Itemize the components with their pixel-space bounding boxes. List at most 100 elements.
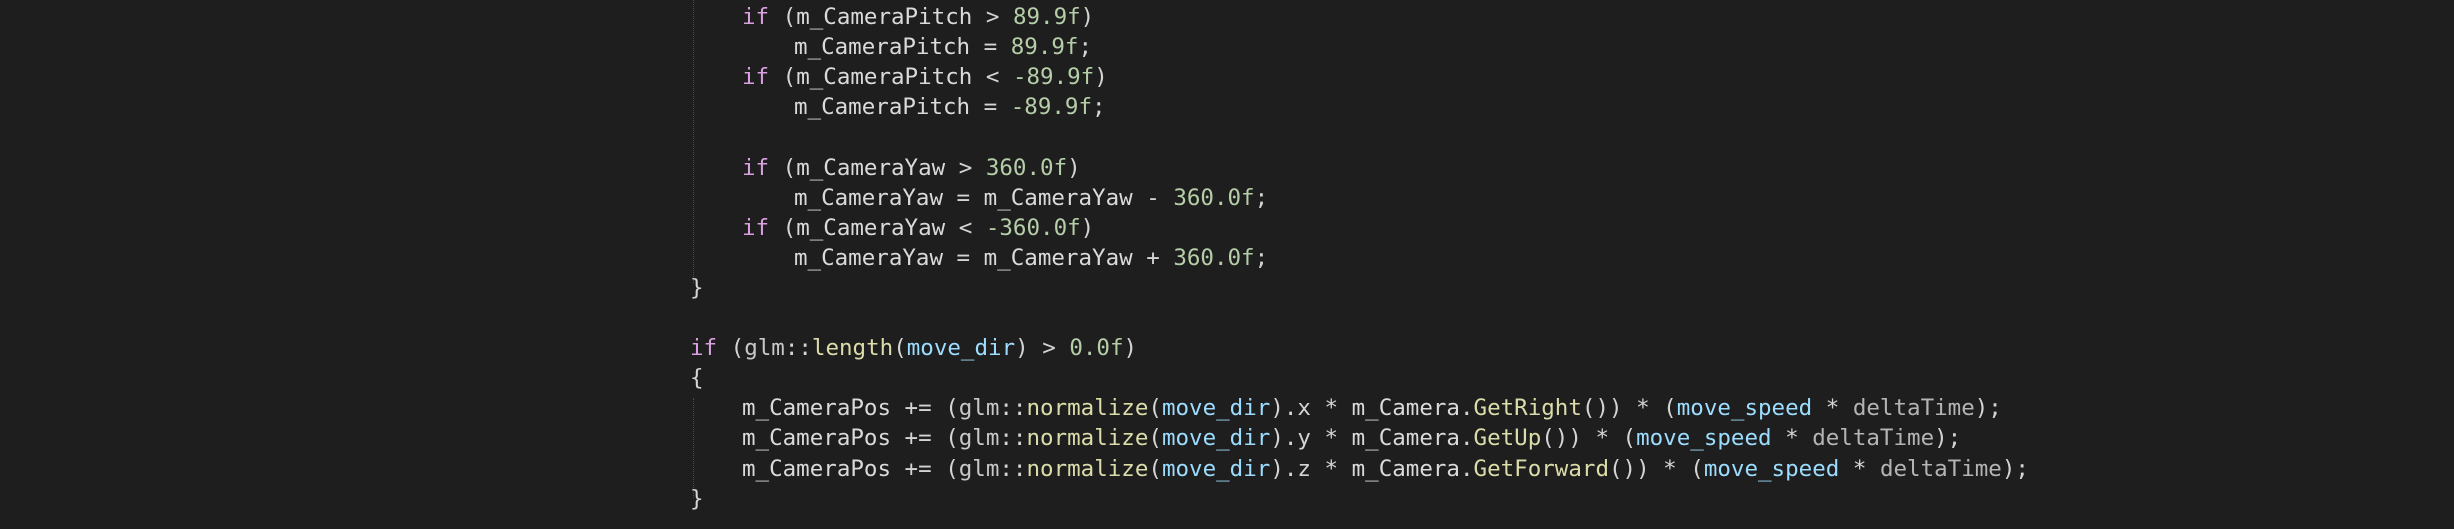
code-token-keyword: if — [742, 64, 770, 91]
code-token-member_field: m_CameraPitch — [796, 4, 973, 30]
code-token-default: . — [1459, 395, 1474, 422]
code-token-local: move_dir — [1161, 425, 1271, 452]
code-token-namespace: glm — [744, 335, 785, 362]
code-token-number: -360.0f — [985, 214, 1081, 241]
code-line[interactable]: if (glm::length(move_dir) > 0.0f) — [690, 333, 1137, 363]
code-token-local: move_speed — [1703, 455, 1840, 482]
code-token-local: move_dir — [1161, 395, 1271, 422]
code-token-number: 360.0f — [1173, 184, 1255, 211]
code-token-function: GetUp — [1473, 425, 1542, 452]
code-token-default: { — [690, 365, 704, 392]
code-token-default: += ( — [891, 395, 959, 422]
code-token-default: * — [1839, 455, 1880, 482]
code-line[interactable]: if (m_CameraYaw > 360.0f) — [690, 153, 1081, 183]
code-line[interactable]: m_CameraPitch = -89.9f; — [690, 92, 1106, 122]
code-token-member_field: m_CameraPos — [742, 395, 892, 422]
code-line[interactable]: { — [690, 363, 704, 393]
code-token-function: normalize — [1026, 395, 1149, 422]
code-token-default: = — [943, 184, 984, 211]
code-token-member_field: m_CameraYaw — [794, 184, 944, 211]
code-token-member_field: m_CameraYaw — [796, 154, 946, 181]
code-token-default: ; — [1092, 94, 1106, 121]
code-token-default: } — [690, 485, 704, 512]
code-token-member_field: m_CameraPitch — [796, 64, 973, 91]
code-token-keyword: if — [742, 154, 770, 181]
code-token-default: ; — [1254, 244, 1269, 271]
code-token-default: = — [970, 94, 1011, 121]
code-token-default: ( — [717, 335, 745, 362]
code-line[interactable]: m_CameraPos += (glm::normalize(move_dir)… — [690, 423, 1961, 453]
code-token-local: move_speed — [1636, 425, 1772, 452]
code-line[interactable]: } — [690, 484, 704, 514]
code-token-default: = — [943, 244, 984, 271]
code-token-default: * — [1812, 395, 1853, 422]
code-token-default: += ( — [891, 455, 959, 482]
code-token-default: ) — [1080, 214, 1095, 241]
code-token-default: :: — [999, 395, 1027, 422]
code-token-default: = — [970, 34, 1011, 61]
code-token-member_field: m_CameraPos — [742, 425, 892, 452]
code-token-default: - — [1132, 184, 1174, 211]
code-line[interactable]: m_CameraPos += (glm::normalize(move_dir)… — [690, 454, 2029, 484]
code-line[interactable]: if (m_CameraPitch < -89.9f) — [690, 62, 1108, 92]
code-token-default: ).z * — [1270, 455, 1352, 482]
code-line[interactable]: if (m_CameraYaw < -360.0f) — [690, 213, 1094, 243]
code-token-keyword: if — [742, 4, 770, 30]
code-token-member_field: m_CameraPos — [742, 455, 892, 482]
code-token-function: GetRight — [1473, 395, 1582, 422]
code-token-namespace: glm — [958, 395, 1000, 422]
code-token-member_field: m_Camera — [1351, 455, 1460, 482]
code-line[interactable]: m_CameraPos += (glm::normalize(move_dir)… — [690, 393, 2002, 423]
code-token-default: ()) * ( — [1609, 455, 1704, 482]
code-token-namespace: glm — [958, 425, 1000, 452]
code-token-default: ); — [1974, 395, 2002, 422]
code-token-member_field: m_CameraYaw — [983, 244, 1133, 271]
code-token-namespace: glm — [958, 455, 1000, 482]
code-token-local: move_dir — [906, 335, 1016, 362]
code-token-default: + — [1132, 244, 1174, 271]
code-token-default: ( — [769, 64, 797, 91]
code-token-number: -89.9f — [1012, 64, 1095, 91]
code-token-function: GetForward — [1473, 455, 1609, 482]
code-token-default: . — [1459, 425, 1474, 452]
code-token-default: ) — [1067, 154, 1081, 181]
code-editor[interactable]: if (m_CameraPitch > 89.9f) m_CameraPitch … — [0, 0, 2454, 529]
code-token-member_field: m_CameraPitch — [794, 94, 971, 121]
code-token-default: ) — [1094, 64, 1108, 91]
code-token-default: ( — [769, 214, 797, 241]
code-token-keyword: if — [742, 214, 770, 241]
code-token-number: 0.0f — [1069, 335, 1124, 362]
code-token-default: . — [1459, 455, 1474, 482]
code-token-default: ) > — [1015, 335, 1070, 362]
code-token-number: 89.9f — [1012, 4, 1081, 30]
code-token-local: move_dir — [1161, 455, 1271, 482]
code-token-default: ( — [1148, 395, 1162, 422]
code-line[interactable]: if (m_CameraPitch > 89.9f) — [690, 2, 1094, 32]
code-token-default: :: — [999, 455, 1027, 482]
code-token-local: move_speed — [1676, 395, 1813, 422]
code-token-keyword: if — [690, 335, 718, 362]
code-token-default: ; — [1254, 184, 1269, 211]
code-token-default: > — [945, 154, 986, 181]
code-line[interactable]: m_CameraYaw = m_CameraYaw - 360.0f; — [690, 183, 1268, 213]
code-token-default: :: — [784, 335, 812, 362]
code-token-member_field: m_CameraYaw — [794, 244, 944, 271]
code-token-number: -89.9f — [1010, 94, 1093, 121]
code-token-default: < — [972, 64, 1013, 91]
code-token-default: ( — [893, 335, 907, 362]
code-token-dim: deltaTime — [1852, 395, 1975, 422]
code-token-member_field: m_CameraYaw — [983, 184, 1133, 211]
code-token-default: :: — [999, 425, 1027, 452]
code-token-default: ( — [1148, 455, 1162, 482]
code-token-function: length — [811, 335, 894, 362]
code-line[interactable]: m_CameraYaw = m_CameraYaw + 360.0f; — [690, 243, 1268, 273]
code-line[interactable]: } — [690, 273, 704, 303]
code-token-default: ( — [1148, 425, 1162, 452]
code-token-default: ()) * ( — [1541, 425, 1637, 452]
code-token-default: ); — [1934, 425, 1962, 452]
code-line[interactable]: m_CameraPitch = 89.9f; — [690, 32, 1092, 62]
code-token-default: < — [945, 214, 986, 241]
code-token-member_field: m_CameraYaw — [796, 214, 946, 241]
code-token-default: ) — [1080, 4, 1095, 30]
code-token-default: += ( — [891, 425, 959, 452]
